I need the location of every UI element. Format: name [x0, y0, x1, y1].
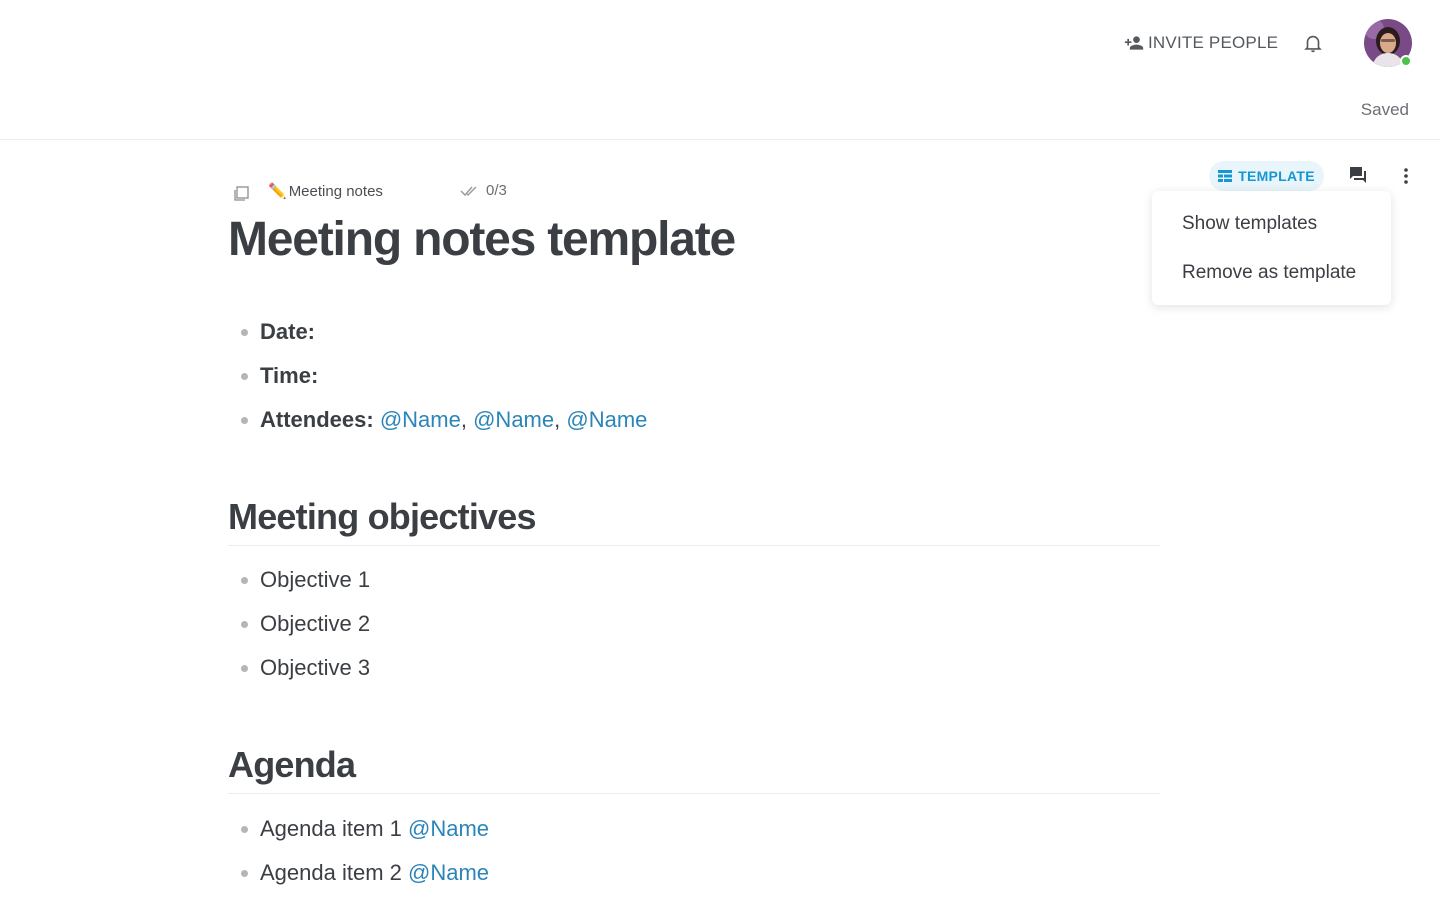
doc-name-label: Meeting notes: [288, 183, 383, 200]
mention-chip[interactable]: @Name: [408, 860, 489, 885]
template-menu: Show templates Remove as template: [1152, 191, 1391, 305]
heading-agenda[interactable]: Agenda: [228, 744, 356, 786]
meeting-fields-list: Date: Time: Attendees: @Name, @Name, @Na…: [228, 310, 647, 442]
save-status: Saved: [1360, 100, 1409, 119]
add-person-icon: [1124, 36, 1144, 50]
list-item[interactable]: Agenda item 1 @Name: [228, 807, 489, 851]
menu-item-remove-as-template[interactable]: Remove as template: [1152, 248, 1391, 297]
date-label: Date:: [260, 319, 316, 344]
top-bar: INVITE PEOPLE Saved: [0, 0, 1440, 140]
task-progress[interactable]: 0/3: [460, 182, 507, 199]
agenda-list: Agenda item 1 @Name Agenda item 2 @Name: [228, 807, 489, 895]
comments-icon[interactable]: [1348, 165, 1368, 185]
list-item[interactable]: Agenda item 2 @Name: [228, 851, 489, 895]
agenda-item-text: Agenda item 1: [260, 816, 402, 841]
heading-divider: [228, 793, 1160, 794]
mention-chip[interactable]: @Name: [566, 407, 647, 432]
double-check-icon: [460, 185, 477, 196]
list-item[interactable]: Attendees: @Name, @Name, @Name: [228, 398, 647, 442]
more-options-icon[interactable]: [1398, 165, 1414, 187]
bell-icon[interactable]: [1302, 32, 1324, 54]
online-status-dot: [1400, 55, 1412, 67]
agenda-item-text: Agenda item 2: [260, 860, 402, 885]
pencil-icon: ✏️: [268, 183, 287, 200]
list-item[interactable]: Objective 2: [228, 602, 370, 646]
mention-chip[interactable]: @Name: [380, 407, 461, 432]
template-button[interactable]: TEMPLATE: [1209, 161, 1324, 191]
heading-divider: [228, 545, 1160, 546]
page-title[interactable]: Meeting notes template: [228, 212, 736, 267]
template-label: TEMPLATE: [1238, 168, 1315, 184]
separator: ,: [554, 407, 561, 432]
list-item[interactable]: Date:: [228, 310, 647, 354]
pages-icon[interactable]: [232, 184, 250, 202]
list-item[interactable]: Objective 1: [228, 558, 370, 602]
list-item[interactable]: Objective 3: [228, 646, 370, 690]
attendees-label: Attendees:: [260, 407, 374, 432]
mention-chip[interactable]: @Name: [408, 816, 489, 841]
task-count-label: 0/3: [486, 182, 507, 199]
mention-chip[interactable]: @Name: [473, 407, 554, 432]
invite-people-label: INVITE PEOPLE: [1148, 33, 1279, 52]
invite-people-button[interactable]: INVITE PEOPLE: [1124, 30, 1278, 56]
list-item[interactable]: Time:: [228, 354, 647, 398]
separator: ,: [460, 407, 467, 432]
template-icon: [1218, 170, 1233, 182]
heading-meeting-objectives[interactable]: Meeting objectives: [228, 496, 536, 538]
menu-item-show-templates[interactable]: Show templates: [1152, 199, 1391, 248]
time-label: Time:: [260, 363, 319, 388]
objectives-list: Objective 1 Objective 2 Objective 3: [228, 558, 370, 690]
doc-name-link[interactable]: ✏️ Meeting notes: [268, 182, 383, 200]
